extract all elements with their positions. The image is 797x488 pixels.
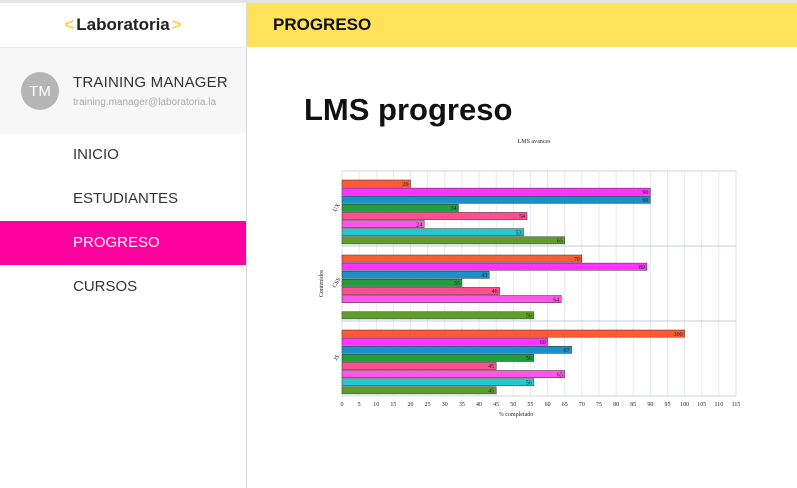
bar-value-label: 56 [526,356,532,362]
bar [341,187,651,196]
bar [341,287,500,295]
sidebar-item-inicio[interactable]: INICIO [0,133,246,177]
sidebar-item-estudiantes[interactable]: ESTUDIANTES [0,177,246,221]
x-tick-label: 90 [647,402,653,408]
x-tick-label: 40 [476,402,482,408]
x-tick-label: 0 [341,402,344,408]
bar [341,354,535,362]
bar-value-label: 45 [488,389,494,395]
bar [341,378,535,387]
x-tick-label: 60 [545,402,551,408]
bar-value-label: 70 [574,257,580,263]
x-tick-label: 15 [390,402,396,408]
bar [341,228,524,237]
bar [341,386,497,395]
bar [341,179,411,188]
category-label: CSS [332,277,343,289]
bar [341,212,528,220]
bar-value-label: 56 [526,314,532,320]
bar-value-label: 53 [516,230,522,236]
bar-value-label: 100 [674,332,683,338]
bar-value-label: 45 [488,364,494,370]
bar [341,295,562,303]
bar-value-label: 35 [454,281,460,287]
bar-value-label: 54 [519,214,525,220]
bar [341,345,572,354]
x-tick-label: 95 [664,402,670,408]
x-tick-label: 50 [510,402,516,408]
user-name: TRAINING MANAGER [73,74,228,91]
category-label: JS [333,354,341,362]
x-tick-label: 70 [579,402,585,408]
x-tick-label: 115 [732,402,741,408]
bar [341,362,497,370]
x-tick-label: 105 [697,402,706,408]
x-tick-label: 80 [613,402,619,408]
bar [341,370,565,378]
logo-wordmark: Laboratoria [76,15,170,34]
x-tick-label: 30 [442,402,448,408]
x-tick-label: 110 [714,402,723,408]
y-axis-label: Contenidos [319,269,325,297]
x-tick-label: 5 [358,402,361,408]
bar [341,337,548,346]
bar [341,279,463,287]
bar-value-label: 20 [403,182,409,188]
sidebar-item-progreso[interactable]: PROGRESO [0,221,246,265]
bar-value-label: 46 [492,289,498,295]
header-title: PROGRESO [273,15,372,34]
bar-value-label: 24 [416,222,422,228]
brand-logo[interactable]: < Laboratoria > [0,3,246,47]
user-profile: TM TRAINING MANAGER training.manager@lab… [0,47,246,134]
logo-bracket-right: > [171,15,182,34]
x-tick-label: 100 [680,402,689,408]
bar-value-label: 34 [450,206,456,212]
x-tick-label: 85 [630,402,636,408]
x-tick-label: 45 [493,402,499,408]
x-tick-label: 20 [408,402,414,408]
x-axis-label: % completado [499,412,534,418]
bar-value-label: 64 [553,297,559,303]
bar-value-label: 90 [642,198,648,204]
bar-value-label: 65 [557,372,563,378]
category-label: UX [332,202,342,213]
bar [341,311,535,320]
x-tick-label: 65 [562,402,568,408]
sidebar: < Laboratoria > TM TRAINING MANAGER trai… [0,3,247,488]
bar [341,329,685,338]
bar-value-label: 67 [564,348,570,354]
bar-value-label: 56 [526,380,532,386]
page-header: PROGRESO [247,3,797,47]
bar [341,270,490,279]
bar [341,195,651,204]
x-tick-label: 25 [425,402,431,408]
logo-bracket-left: < [64,15,75,34]
bar [341,236,565,245]
bar [341,254,583,263]
x-tick-label: 35 [459,402,465,408]
avatar: TM [21,72,59,110]
page-title: LMS progreso [304,92,513,127]
bar-value-label: 65 [557,239,563,245]
bar [341,262,648,271]
bar-value-label: 43 [481,273,487,279]
bar-value-label: 90 [642,190,648,196]
chart-title: LMS avances [518,139,551,145]
user-email: training.manager@laboratoria.la [73,97,217,108]
x-tick-label: 75 [596,402,602,408]
bar [341,204,459,212]
x-tick-label: 10 [373,402,379,408]
bar [341,220,425,228]
bar-value-label: 89 [639,265,645,271]
sidebar-item-cursos[interactable]: CURSOS [0,265,246,309]
bar-value-label: 60 [540,340,546,346]
progress-bar-chart: LMS avances 0 5 10 15 20 25 30 35 40 45 50 55 60 65 70 7… [319,139,741,418]
sidebar-nav: INICIO ESTUDIANTES PROGRESO CURSOS [0,133,246,309]
x-tick-label: 55 [527,402,533,408]
